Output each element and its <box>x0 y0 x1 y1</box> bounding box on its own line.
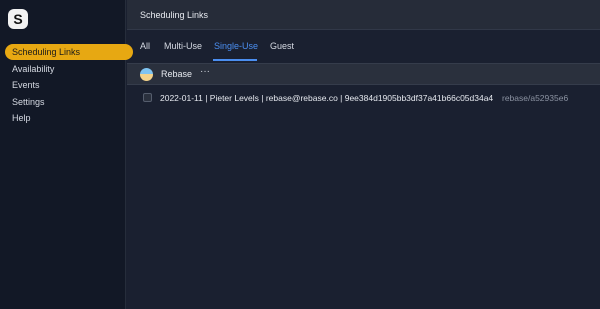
page-title: Scheduling Links <box>127 0 600 30</box>
tab-all[interactable]: All <box>140 41 150 51</box>
sidebar-item-events[interactable]: Events <box>5 77 133 93</box>
avatar <box>140 68 153 81</box>
link-details[interactable]: 2022-01-11 | Pieter Levels | rebase@reba… <box>160 93 493 103</box>
active-tab-indicator <box>213 59 257 61</box>
tab-single-use[interactable]: Single-Use <box>214 41 258 51</box>
sidebar-item-scheduling-links[interactable]: Scheduling Links <box>5 44 133 60</box>
tab-bar: All Multi-Use Single-Use Guest <box>127 30 600 62</box>
app-logo-icon[interactable]: S <box>8 9 28 29</box>
sidebar-item-help[interactable]: Help <box>5 110 133 126</box>
sidebar-item-availability[interactable]: Availability <box>5 61 133 77</box>
main-panel: Scheduling Links All Multi-Use Single-Us… <box>127 0 600 309</box>
link-slug[interactable]: rebase/a52935e6 <box>502 93 568 103</box>
sidebar-nav: Scheduling Links Availability Events Set… <box>5 44 133 127</box>
group-name: Rebase <box>161 69 193 79</box>
group-header: Rebase ··· <box>127 63 600 85</box>
ellipsis-icon[interactable]: ··· <box>200 66 210 77</box>
tab-multi-use[interactable]: Multi-Use <box>164 41 202 51</box>
row-checkbox[interactable] <box>143 93 152 102</box>
sidebar-item-settings[interactable]: Settings <box>5 94 133 110</box>
list-item[interactable]: 2022-01-11 | Pieter Levels | rebase@reba… <box>127 89 600 109</box>
sidebar: S Scheduling Links Availability Events S… <box>0 0 133 309</box>
tab-guest[interactable]: Guest <box>270 41 294 51</box>
